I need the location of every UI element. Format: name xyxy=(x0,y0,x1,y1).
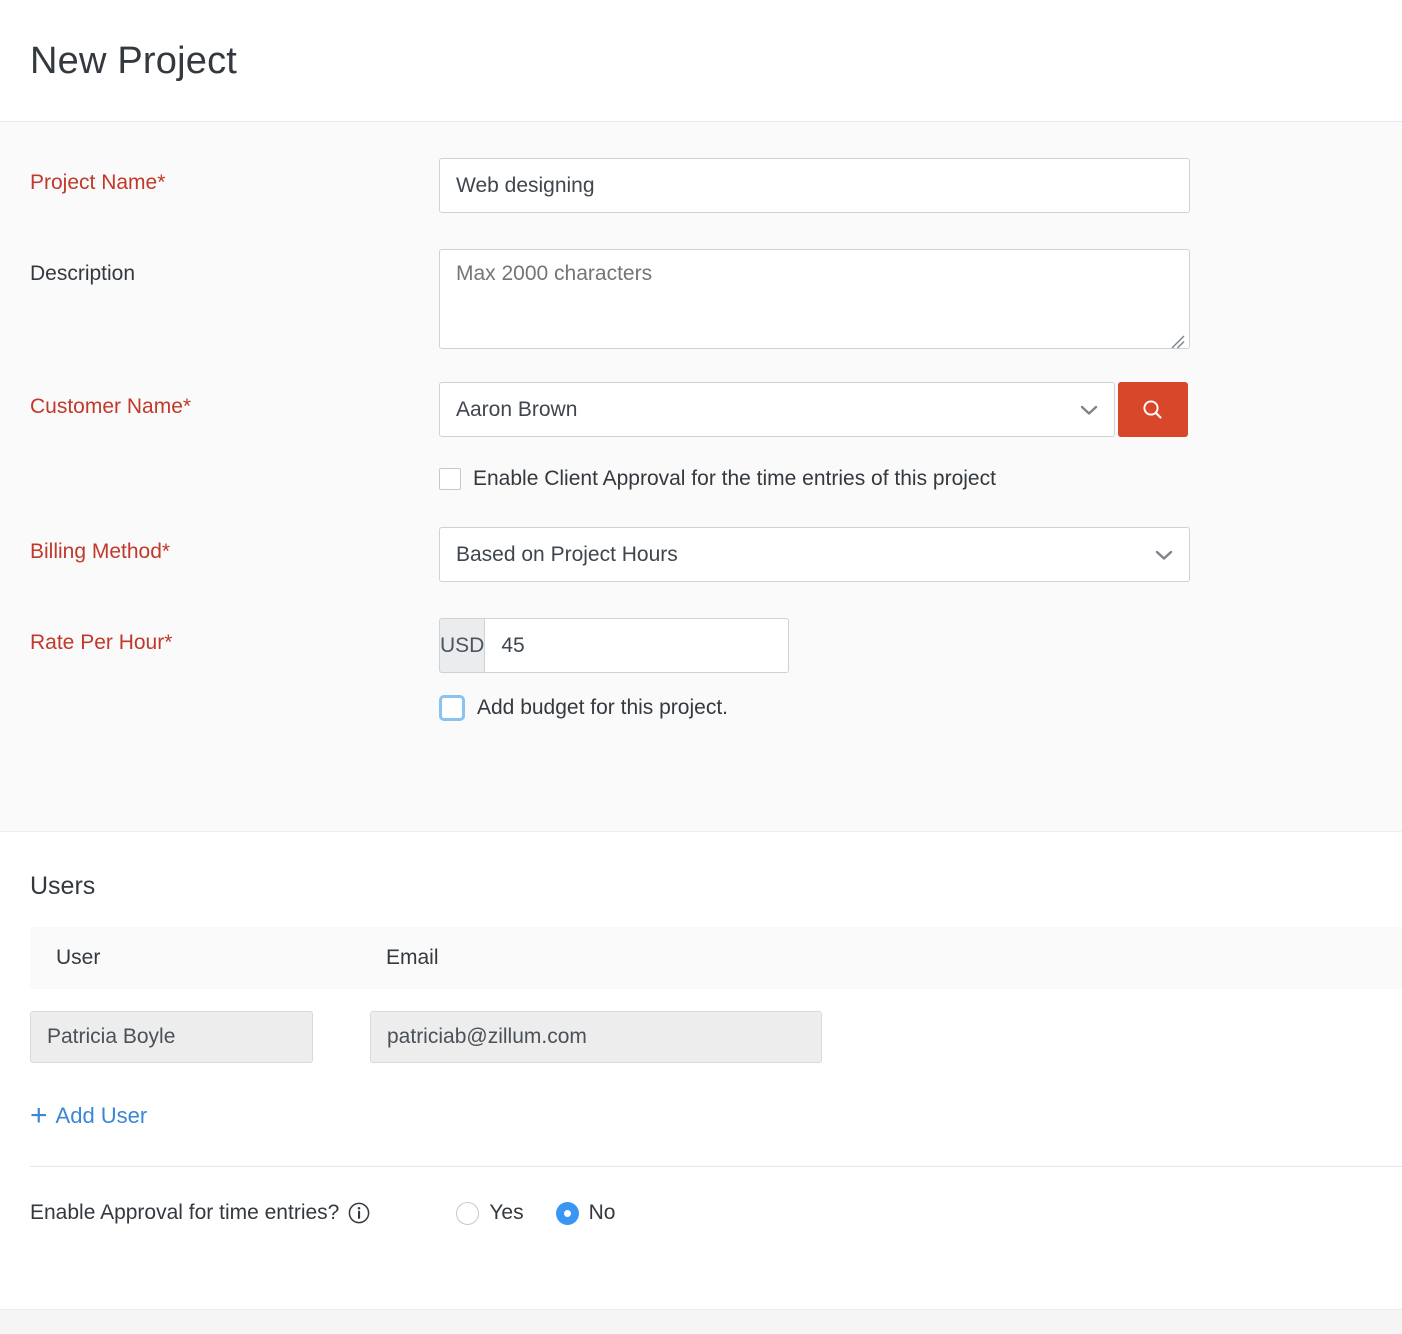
radio-no[interactable] xyxy=(556,1202,579,1225)
rate-per-hour-control: USD xyxy=(439,618,1402,673)
users-table: User Email xyxy=(30,927,1402,1063)
billing-method-combo[interactable] xyxy=(439,527,1190,582)
billing-method-label: Billing Method* xyxy=(30,527,439,564)
cell-user xyxy=(30,1011,370,1063)
add-budget-row[interactable]: Add budget for this project. xyxy=(0,695,1402,721)
approval-row: Enable Approval for time entries? Yes No xyxy=(0,1167,1402,1259)
project-name-control xyxy=(439,158,1402,213)
users-table-header: User Email xyxy=(30,927,1402,989)
approval-radio-group: Yes No xyxy=(456,1201,615,1225)
field-row-description: Description xyxy=(0,249,1402,354)
rate-per-hour-group: USD xyxy=(439,618,786,673)
description-label: Description xyxy=(30,249,439,286)
radio-yes-label: Yes xyxy=(489,1201,523,1225)
users-section: Users User Email + Add User Enable Appro… xyxy=(0,832,1402,1259)
description-textarea[interactable] xyxy=(439,249,1190,349)
cell-email xyxy=(370,1011,1402,1063)
field-row-project-name: Project Name* xyxy=(0,158,1402,213)
info-icon[interactable] xyxy=(348,1202,370,1224)
user-email-input[interactable] xyxy=(370,1011,822,1063)
customer-name-control xyxy=(439,382,1402,437)
client-approval-label: Enable Client Approval for the time entr… xyxy=(473,467,996,491)
description-control xyxy=(439,249,1402,354)
approval-label: Enable Approval for time entries? xyxy=(30,1201,339,1225)
description-textarea-wrap xyxy=(439,249,1190,354)
page-header: New Project xyxy=(0,0,1402,122)
plus-icon: + xyxy=(30,1101,48,1131)
rate-per-hour-input[interactable] xyxy=(484,618,789,673)
table-row xyxy=(30,989,1402,1063)
field-row-rate-per-hour: Rate Per Hour* USD xyxy=(0,618,1402,673)
add-user-button[interactable]: + Add User xyxy=(30,1101,147,1131)
project-name-input[interactable] xyxy=(439,158,1190,213)
add-user-label: Add User xyxy=(56,1103,148,1129)
search-icon xyxy=(1140,397,1166,423)
add-budget-checkbox[interactable] xyxy=(439,695,465,721)
billing-method-input[interactable] xyxy=(439,527,1190,582)
customer-name-combo[interactable] xyxy=(439,382,1115,437)
project-form-panel: Project Name* Description Customer Name* xyxy=(0,122,1402,832)
customer-name-label: Customer Name* xyxy=(30,382,439,419)
customer-name-input[interactable] xyxy=(439,382,1115,437)
currency-prefix: USD xyxy=(439,618,484,673)
customer-name-group xyxy=(439,382,1402,437)
footer-band xyxy=(0,1309,1402,1334)
column-header-email: Email xyxy=(360,946,1402,970)
client-approval-row[interactable]: Enable Client Approval for the time entr… xyxy=(0,467,1402,491)
client-approval-checkbox[interactable] xyxy=(439,468,461,490)
radio-yes[interactable] xyxy=(456,1202,479,1225)
column-header-user: User xyxy=(30,946,360,970)
users-section-title: Users xyxy=(0,872,1402,901)
customer-search-button[interactable] xyxy=(1118,382,1188,437)
billing-method-control xyxy=(439,527,1402,582)
field-row-billing-method: Billing Method* xyxy=(0,527,1402,582)
radio-no-label: No xyxy=(589,1201,616,1225)
rate-per-hour-label: Rate Per Hour* xyxy=(30,618,439,655)
field-row-customer-name: Customer Name* xyxy=(0,382,1402,437)
add-budget-label: Add budget for this project. xyxy=(477,696,728,720)
approval-option-yes[interactable]: Yes xyxy=(456,1201,523,1225)
project-name-label: Project Name* xyxy=(30,158,439,195)
user-name-input[interactable] xyxy=(30,1011,313,1063)
page-title: New Project xyxy=(30,42,237,80)
approval-option-no[interactable]: No xyxy=(556,1201,616,1225)
